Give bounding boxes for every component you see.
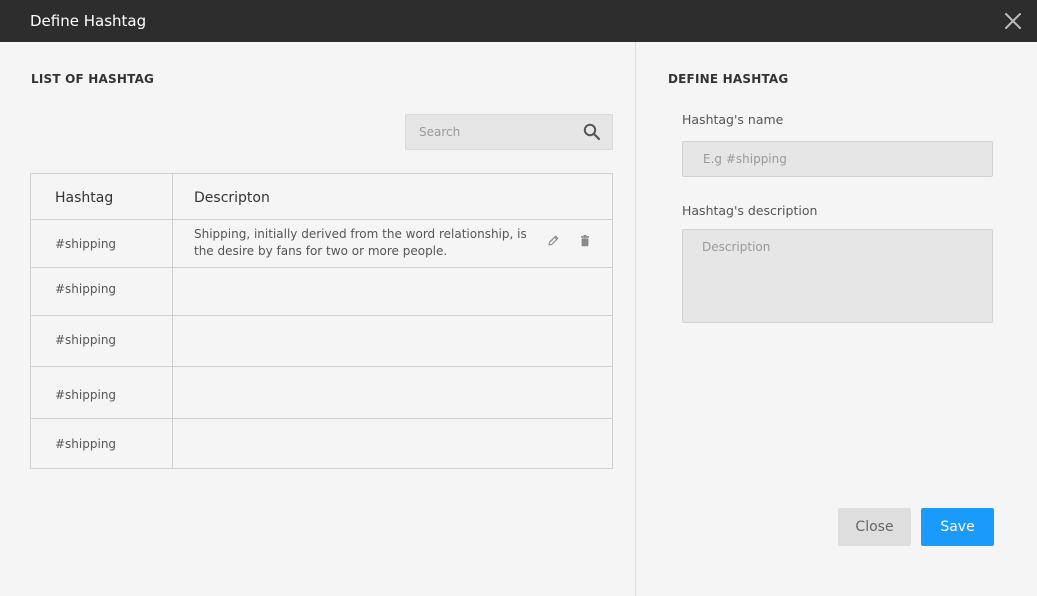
hashtag-name-input[interactable] (682, 141, 993, 177)
dialog-titlebar: Define Hashtag (0, 0, 1037, 42)
define-hashtag-panel: DEFINE HASHTAG Hashtag's name Hashtag's … (636, 42, 1037, 596)
edit-icon[interactable] (546, 234, 560, 248)
row-4-hashtag: #shipping (55, 388, 117, 402)
form-section-title: DEFINE HASHTAG (668, 72, 789, 86)
list-section-title: LIST OF HASHTAG (31, 72, 155, 86)
trash-icon[interactable] (578, 234, 592, 248)
define-hashtag-dialog: Define Hashtag LIST OF HASHTAG Hashtag D… (0, 0, 1037, 596)
search-input[interactable] (406, 115, 576, 149)
row-1-description: Shipping, initially derived from the wor… (194, 227, 527, 258)
row-divider (31, 315, 612, 316)
row-divider (31, 366, 612, 367)
row-divider (31, 219, 612, 220)
search-box (405, 114, 613, 150)
close-button[interactable]: Close (838, 508, 911, 546)
hashtag-list-panel: LIST OF HASHTAG Hashtag Descripton #ship… (0, 42, 635, 596)
dialog-title: Define Hashtag (30, 12, 147, 30)
row-divider (31, 267, 612, 268)
row-3-hashtag: #shipping (55, 333, 117, 347)
hashtag-description-label: Hashtag's description (682, 203, 818, 218)
row-5-hashtag: #shipping (55, 437, 117, 451)
hashtag-description-input[interactable] (682, 229, 993, 323)
column-header-description: Descripton (194, 190, 270, 206)
column-header-hashtag: Hashtag (55, 190, 114, 206)
search-icon[interactable] (583, 123, 601, 141)
row-1-hashtag: #shipping (55, 237, 117, 251)
hashtag-table: Hashtag Descripton #shipping Shipping, i… (30, 173, 613, 469)
hashtag-name-label: Hashtag's name (682, 112, 784, 127)
save-button[interactable]: Save (921, 508, 994, 546)
close-icon[interactable] (1004, 12, 1022, 30)
row-divider (31, 418, 612, 419)
row-2-hashtag: #shipping (55, 282, 117, 296)
